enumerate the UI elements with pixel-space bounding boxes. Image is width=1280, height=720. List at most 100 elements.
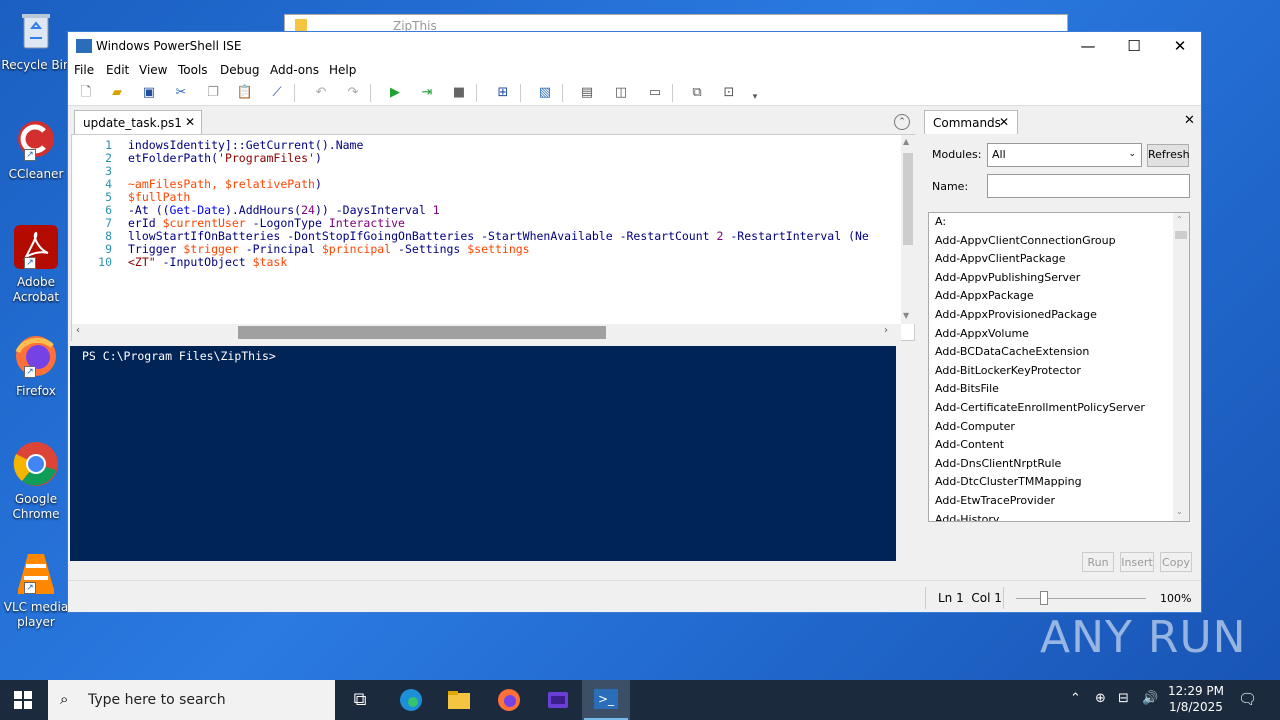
- command-list-item[interactable]: Add-EtwTraceProvider: [929, 492, 1189, 511]
- toolbar-overflow-icon[interactable]: ▾: [746, 88, 764, 106]
- command-list-item[interactable]: Add-AppxPackage: [929, 287, 1189, 306]
- zoom-slider-thumb[interactable]: [1040, 591, 1048, 605]
- new-file-icon[interactable]: 🗋: [77, 84, 95, 102]
- console-vertical-scrollbar[interactable]: [896, 346, 912, 561]
- menu-edit[interactable]: Edit: [106, 63, 129, 77]
- command-list-item[interactable]: A:: [929, 213, 1189, 232]
- volume-icon[interactable]: 🔊: [1142, 691, 1158, 706]
- code-area[interactable]: indowsIdentity]::GetCurrent().Name etFold…: [128, 139, 898, 269]
- desktop-icon-ccleaner[interactable]: ↗ CCleaner: [0, 115, 72, 182]
- script-editor[interactable]: 1 2 3 4 5 6 7 8 9 10 indowsIdentity]::GetCurrent(…: [71, 134, 915, 341]
- run-selection-icon[interactable]: ⇥: [418, 84, 436, 102]
- tab-commands[interactable]: Commands ✕: [924, 110, 1018, 134]
- menu-add-ons[interactable]: Add-ons: [270, 63, 319, 77]
- editor-vertical-scrollbar[interactable]: ▲ ▼: [901, 135, 915, 324]
- show-script-pane-top-icon[interactable]: ▤: [578, 84, 596, 102]
- connection-icon[interactable]: ⊟: [1118, 691, 1129, 706]
- command-list-item[interactable]: Add-BitsFile: [929, 380, 1189, 399]
- scroll-right-icon[interactable]: ›: [884, 325, 888, 336]
- close-tab-icon[interactable]: ✕: [185, 115, 195, 129]
- firefox-taskbar-icon[interactable]: [497, 688, 521, 712]
- commands-list[interactable]: A: Add-AppvClientConnectionGroup Add-AppvC…: [928, 212, 1190, 522]
- tab-update-task[interactable]: update_task.ps1 ✕: [74, 110, 202, 134]
- menu-debug[interactable]: Debug: [220, 63, 259, 77]
- scroll-down-icon[interactable]: ▼: [903, 311, 909, 320]
- scroll-down-icon[interactable]: ⌄: [1176, 507, 1183, 516]
- commands-list-scrollbar[interactable]: ⌃ ⌄: [1173, 213, 1189, 521]
- command-list-item[interactable]: Add-DtcClusterTMMapping: [929, 473, 1189, 492]
- show-command-addon-icon[interactable]: ⊡: [720, 84, 738, 102]
- clear-icon[interactable]: ⟋: [268, 84, 286, 102]
- command-list-item[interactable]: Add-BCDataCacheExtension: [929, 343, 1189, 362]
- scroll-up-icon[interactable]: ⌃: [1176, 215, 1183, 224]
- command-list-item[interactable]: Add-Content: [929, 436, 1189, 455]
- title-bar[interactable]: Windows PowerShell ISE — ☐ ✕: [68, 32, 1201, 60]
- desktop-icon-firefox[interactable]: ↗ Firefox: [0, 332, 72, 399]
- modules-select[interactable]: All ⌄: [987, 143, 1142, 167]
- menu-tools[interactable]: Tools: [178, 63, 208, 77]
- open-folder-icon[interactable]: ▰: [108, 84, 126, 102]
- cut-icon[interactable]: ✂: [172, 84, 190, 102]
- show-script-pane-maximized-icon[interactable]: ▭: [646, 84, 664, 102]
- zoom-slider[interactable]: [1016, 598, 1146, 599]
- command-list-item[interactable]: Add-Computer: [929, 418, 1189, 437]
- scroll-up-icon[interactable]: ▲: [903, 137, 909, 146]
- command-list-item[interactable]: Add-CertificateEnrollmentPolicyServer: [929, 399, 1189, 418]
- command-list-item[interactable]: Add-AppvPublishingServer: [929, 269, 1189, 288]
- start-powershell-icon[interactable]: ▧: [536, 84, 554, 102]
- stop-icon[interactable]: ■: [450, 84, 468, 102]
- file-explorer-icon[interactable]: [447, 688, 471, 712]
- run-button[interactable]: Run: [1082, 552, 1114, 572]
- copy-button[interactable]: Copy: [1160, 552, 1192, 572]
- command-list-item[interactable]: Add-DnsClientNrptRule: [929, 455, 1189, 474]
- network-icon[interactable]: ⊕: [1095, 691, 1106, 706]
- app-taskbar-icon[interactable]: [546, 688, 570, 712]
- task-view-icon[interactable]: ⧉: [348, 688, 372, 712]
- command-list-item[interactable]: Add-AppvClientConnectionGroup: [929, 232, 1189, 251]
- remote-powershell-icon[interactable]: ⊞: [494, 84, 512, 102]
- desktop-icon-vlc[interactable]: ↗ VLC media player: [0, 548, 72, 630]
- powershell-ise-taskbar-button[interactable]: >_: [582, 680, 630, 720]
- name-input[interactable]: [987, 174, 1190, 198]
- paste-icon[interactable]: 📋: [236, 84, 254, 102]
- desktop-icon-recycle-bin[interactable]: Recycle Bin: [0, 6, 72, 73]
- desktop-icon-google-chrome[interactable]: Google Chrome: [0, 440, 72, 522]
- show-script-pane-right-icon[interactable]: ◫: [612, 84, 630, 102]
- collapse-script-pane-icon[interactable]: ⌃: [894, 114, 910, 130]
- command-list-item[interactable]: Add-AppxProvisionedPackage: [929, 306, 1189, 325]
- close-commands-pane-icon[interactable]: ✕: [1184, 113, 1195, 128]
- menu-file[interactable]: File: [74, 63, 94, 77]
- edge-icon[interactable]: [399, 688, 423, 712]
- scroll-left-icon[interactable]: ‹: [76, 325, 80, 336]
- desktop-icon-adobe-acrobat[interactable]: ↗ Adobe Acrobat: [0, 223, 72, 305]
- scroll-thumb[interactable]: [238, 326, 606, 339]
- taskbar-search[interactable]: ⌕ Type here to search: [48, 680, 335, 720]
- scroll-thumb[interactable]: [1175, 231, 1187, 239]
- windows-start-icon[interactable]: [14, 691, 32, 709]
- insert-button[interactable]: Insert: [1120, 552, 1154, 572]
- scroll-thumb[interactable]: [903, 153, 913, 245]
- show-command-window-icon[interactable]: ⧉: [688, 84, 706, 102]
- show-hidden-icons-icon[interactable]: ⌃: [1070, 691, 1081, 706]
- pane-splitter[interactable]: [916, 110, 920, 578]
- run-script-icon[interactable]: ▶: [386, 84, 404, 102]
- save-icon[interactable]: ▣: [140, 84, 158, 102]
- console-horizontal-scrollbar[interactable]: [70, 561, 896, 577]
- menu-help[interactable]: Help: [329, 63, 356, 77]
- command-list-item[interactable]: Add-History: [929, 511, 1189, 522]
- editor-horizontal-scrollbar[interactable]: ‹ ›: [72, 324, 901, 341]
- powershell-ise-window[interactable]: Windows PowerShell ISE — ☐ ✕ File Edit V…: [67, 31, 1202, 613]
- notifications-icon[interactable]: 🗨: [1238, 690, 1257, 708]
- refresh-button[interactable]: Refresh: [1147, 144, 1190, 167]
- close-button[interactable]: ✕: [1157, 32, 1201, 60]
- command-list-item[interactable]: Add-BitLockerKeyProtector: [929, 362, 1189, 381]
- console-pane[interactable]: PS C:\Program Files\ZipThis>: [70, 346, 896, 561]
- close-tab-icon[interactable]: ✕: [999, 115, 1009, 129]
- minimize-button[interactable]: —: [1065, 32, 1111, 60]
- redo-icon[interactable]: ↷: [344, 84, 362, 102]
- copy-icon[interactable]: ❐: [204, 84, 222, 102]
- clock[interactable]: 12:29 PM 1/8/2025: [1166, 684, 1226, 714]
- menu-view[interactable]: View: [139, 63, 167, 77]
- maximize-button[interactable]: ☐: [1111, 32, 1157, 60]
- command-list-item[interactable]: Add-AppvClientPackage: [929, 250, 1189, 269]
